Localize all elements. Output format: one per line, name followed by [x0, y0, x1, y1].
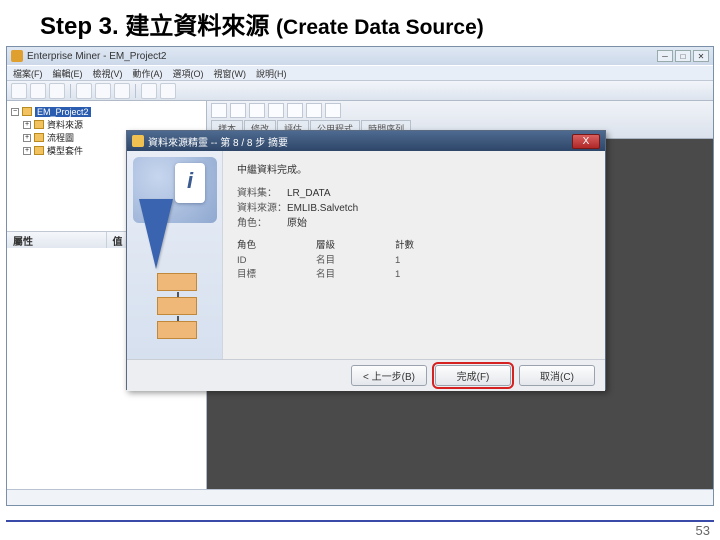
minimize-button[interactable]: ─: [657, 50, 673, 62]
toolbar-btn[interactable]: [30, 83, 46, 99]
back-button[interactable]: < 上一步(B): [351, 365, 427, 386]
tree-item-diagram[interactable]: 流程圖: [47, 131, 74, 144]
col-role-v1: ID: [237, 254, 256, 267]
finish-button[interactable]: 完成(F): [435, 365, 511, 386]
menu-options[interactable]: 選項(O): [171, 67, 206, 80]
col-level-v2: 名目: [316, 268, 335, 281]
wizard-content: 中繼資料完成。 資料集：LR_DATA 資料來源：EMLIB.Salvetch …: [223, 151, 605, 359]
toolbar-btn[interactable]: [95, 83, 111, 99]
toolbar-btn[interactable]: [11, 83, 27, 99]
close-button[interactable]: ✕: [693, 50, 709, 62]
slide-heading: Step 3. 建立資料來源 (Create Data Source): [0, 0, 720, 45]
tree-item-model[interactable]: 模型套件: [47, 144, 83, 157]
toolbar-btn[interactable]: [49, 83, 65, 99]
wizard-button-bar: < 上一步(B) 完成(F) 取消(C): [127, 359, 605, 391]
toolbar-btn[interactable]: [114, 83, 130, 99]
title-en: (Create Data Source): [276, 16, 484, 39]
canvas-btn[interactable]: [230, 103, 246, 118]
col-role-header: 角色: [237, 239, 256, 252]
step-label: Step 3.: [40, 13, 119, 40]
col-count-v1: 1: [395, 254, 414, 267]
slide-number: 53: [696, 523, 710, 538]
flow-node-icon: [157, 273, 197, 291]
col-level-v1: 名目: [316, 254, 335, 267]
wizard-title: 資料來源精靈 -- 第 8 / 8 步 摘要: [148, 134, 288, 149]
canvas-btn[interactable]: [249, 103, 265, 118]
flow-node-icon: [157, 321, 197, 339]
canvas-btn[interactable]: [211, 103, 227, 118]
meta-src-label: 資料來源：: [237, 201, 287, 216]
menu-edit[interactable]: 編輯(E): [51, 67, 85, 80]
menu-bar: 檔案(F) 編輯(E) 檢視(V) 動作(A) 選項(O) 視窗(W) 說明(H…: [7, 65, 713, 81]
app-titlebar: Enterprise Miner - EM_Project2 ─ □ ✕: [7, 47, 713, 65]
canvas-btn[interactable]: [306, 103, 322, 118]
wizard-icon: [132, 135, 144, 147]
menu-action[interactable]: 動作(A): [131, 67, 165, 80]
col-role-v2: 目標: [237, 268, 256, 281]
toolbar-btn[interactable]: [160, 83, 176, 99]
arrow-icon: [139, 199, 173, 269]
toolbar-btn[interactable]: [141, 83, 157, 99]
canvas-btn[interactable]: [287, 103, 303, 118]
menu-help[interactable]: 說明(H): [254, 67, 289, 80]
canvas-btn[interactable]: [325, 103, 341, 118]
col-count-header: 計數: [395, 239, 414, 252]
meta-role-value: 原始: [287, 218, 307, 229]
status-bar: [7, 489, 713, 505]
tree-root[interactable]: EM_Project2: [35, 107, 91, 117]
meta-name-value: LR_DATA: [287, 188, 331, 199]
cancel-button[interactable]: 取消(C): [519, 365, 595, 386]
wizard-header: 中繼資料完成。: [237, 161, 593, 176]
slide-underline: [6, 520, 714, 522]
prop-col-name: 屬性: [7, 232, 107, 248]
menu-window[interactable]: 視窗(W): [212, 67, 249, 80]
info-icon: i: [175, 163, 205, 203]
meta-role-label: 角色：: [237, 216, 287, 231]
menu-view[interactable]: 檢視(V): [91, 67, 125, 80]
meta-src-value: EMLIB.Salvetch: [287, 203, 358, 214]
app-toolbar: [7, 81, 713, 101]
wizard-side-graphic: i: [127, 151, 223, 359]
title-zh: 建立資料來源: [125, 14, 269, 40]
flow-node-icon: [157, 297, 197, 315]
toolbar-btn[interactable]: [76, 83, 92, 99]
wizard-close-button[interactable]: X: [572, 134, 600, 149]
datasource-wizard: 資料來源精靈 -- 第 8 / 8 步 摘要 X i 中繼資料完成。 資料集：L…: [126, 130, 606, 390]
col-count-v2: 1: [395, 268, 414, 281]
app-icon: [11, 50, 23, 62]
maximize-button[interactable]: □: [675, 50, 691, 62]
meta-name-label: 資料集：: [237, 186, 287, 201]
summary-table: 角色 ID 目標 層級 名目 名目 計數 1 1: [237, 239, 593, 281]
tree-item-datasource[interactable]: 資料來源: [47, 118, 83, 131]
menu-file[interactable]: 檔案(F): [11, 67, 45, 80]
wizard-titlebar: 資料來源精靈 -- 第 8 / 8 步 摘要 X: [127, 131, 605, 151]
canvas-btn[interactable]: [268, 103, 284, 118]
col-level-header: 層級: [316, 239, 335, 252]
app-title: Enterprise Miner - EM_Project2: [27, 51, 167, 62]
